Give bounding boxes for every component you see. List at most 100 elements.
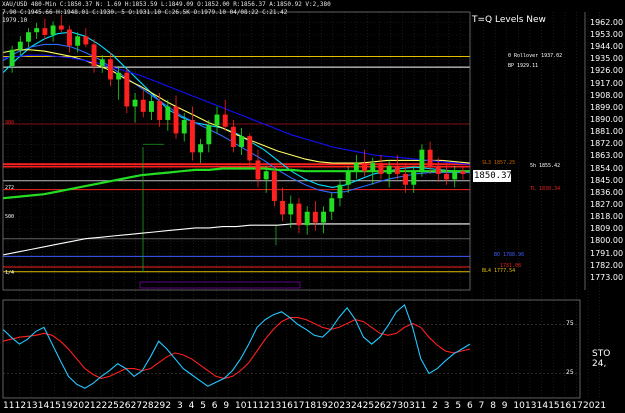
y-tick-label: 1899.00 <box>590 102 624 112</box>
candle-body <box>181 119 187 134</box>
candle-body <box>386 165 392 174</box>
candle-body <box>329 198 335 212</box>
y-tick-label: 1827.00 <box>590 199 624 209</box>
x-tick-label: 30 <box>397 401 409 411</box>
x-tick-label: 2 <box>165 401 172 411</box>
x-tick-label: 21 <box>594 401 607 411</box>
candle-body <box>198 144 204 153</box>
x-tick-label: 23 <box>339 401 351 411</box>
candle-body <box>394 165 400 174</box>
x-tick-label: 14 <box>536 401 549 411</box>
y-tick-label: 1782.00 <box>590 260 624 270</box>
y-tick-label: 1845.00 <box>590 175 624 185</box>
y-tick-label: 1953.00 <box>590 29 624 39</box>
candle-body <box>165 106 171 120</box>
stochastic-level-label: 75 <box>566 319 574 327</box>
x-tick-label: 14 <box>37 401 50 411</box>
y-tick-label: 1809.00 <box>590 224 624 234</box>
candle-body <box>444 173 449 180</box>
x-tick-label: 8 <box>490 401 496 411</box>
x-tick-label: 2 <box>432 401 438 411</box>
x-tick-label: 12 <box>258 401 270 411</box>
x-tick-label: 1 <box>420 401 427 411</box>
level-label: BL4 1777.54 <box>482 267 516 274</box>
candle-body <box>116 72 122 80</box>
candle-body <box>99 59 105 66</box>
candle-body <box>34 28 40 33</box>
y-tick-label: 1863.00 <box>590 151 624 161</box>
candle-body <box>67 29 72 46</box>
stochastic-panel <box>2 303 580 389</box>
x-tick-label: 16 <box>559 401 572 411</box>
y-tick-label: 1890.00 <box>590 114 624 124</box>
symbol-line: XAU/USD 480-Min C:1850.37 N: 1.69 H:1853… <box>2 1 331 8</box>
candle-body <box>271 171 277 201</box>
x-tick-label: 27 <box>130 401 143 411</box>
x-tick-label: 16 <box>281 401 293 411</box>
purple-box <box>139 281 301 289</box>
candle-body <box>419 149 425 172</box>
x-tick-label: 26 <box>119 401 131 411</box>
candle-body <box>157 101 163 120</box>
candle-body <box>452 171 458 180</box>
candle-body <box>296 203 302 226</box>
candle-body <box>222 114 228 127</box>
left-level-marker: 500 <box>5 214 15 221</box>
candle-body <box>91 44 97 66</box>
candle-body <box>148 101 154 112</box>
corner-value: 1979.10 <box>2 17 28 24</box>
x-tick-label: 5 <box>200 401 206 411</box>
candle-body <box>460 171 466 174</box>
x-tick-label: 3 <box>443 401 450 411</box>
x-tick-label: 20 <box>583 401 595 411</box>
x-tick-label: 13 <box>269 401 282 411</box>
candle-body <box>353 163 359 172</box>
y-tick-label: 1818.00 <box>590 212 624 222</box>
x-tick-label: 11 <box>3 401 15 411</box>
x-tick-label: 15 <box>548 401 560 411</box>
level-label: 0 Rollover 1937.02 <box>508 52 563 59</box>
stochastic-k-line <box>2 303 471 389</box>
x-tick-label: 4 <box>188 401 195 411</box>
level-label: TL 1838.34 <box>530 185 561 192</box>
candle-body <box>26 32 31 42</box>
candle-body <box>132 99 138 107</box>
candle-body <box>411 171 417 185</box>
candle-body <box>304 211 310 226</box>
left-level-marker: 272 <box>5 184 15 191</box>
stochastic-d-line <box>2 317 471 379</box>
candle-body <box>239 136 245 147</box>
x-tick-label: 20 <box>72 401 85 411</box>
candle-body <box>427 149 433 166</box>
x-tick-label: 7 <box>478 401 485 411</box>
indicator-title: T=Q Levels New <box>472 15 546 25</box>
level-label: SL3 1857.25 <box>482 160 516 167</box>
candle-body <box>263 171 269 180</box>
y-tick-label: 1800.00 <box>590 236 624 246</box>
stochastic-label: STO 24, <box>592 349 611 369</box>
x-tick-label: 12 <box>14 401 27 411</box>
x-tick-label: 6 <box>467 401 473 411</box>
x-tick-label: 29 <box>153 401 166 411</box>
x-tick-label: 13 <box>525 401 537 411</box>
x-tick-label: 28 <box>142 401 154 411</box>
level-label: 5h 1855.42 <box>530 162 561 169</box>
moving-average-line <box>2 167 470 200</box>
price-chart[interactable] <box>0 0 625 413</box>
x-tick-label: 25 <box>107 401 119 411</box>
candle-body <box>280 200 286 215</box>
moving-averages <box>2 31 471 256</box>
x-tick-label: 3 <box>177 401 183 411</box>
x-tick-label: 21 <box>84 401 96 411</box>
y-tick-label: 1935.00 <box>590 54 624 64</box>
candle-body <box>230 126 236 147</box>
x-tick-label: 20 <box>327 401 340 411</box>
candle-body <box>247 136 253 161</box>
y-tick-label: 1854.00 <box>590 163 624 173</box>
y-tick-label: 1773.00 <box>590 272 624 282</box>
x-tick-label: 17 <box>571 401 583 411</box>
left-level-marker: 1/4 <box>5 269 15 276</box>
ohlc-line: 7.90 C:1945.66 H:1948.01 C:1930. 5 O:193… <box>2 9 288 16</box>
stochastic-level-label: 25 <box>566 368 574 376</box>
x-tick-label: 10 <box>235 401 247 411</box>
